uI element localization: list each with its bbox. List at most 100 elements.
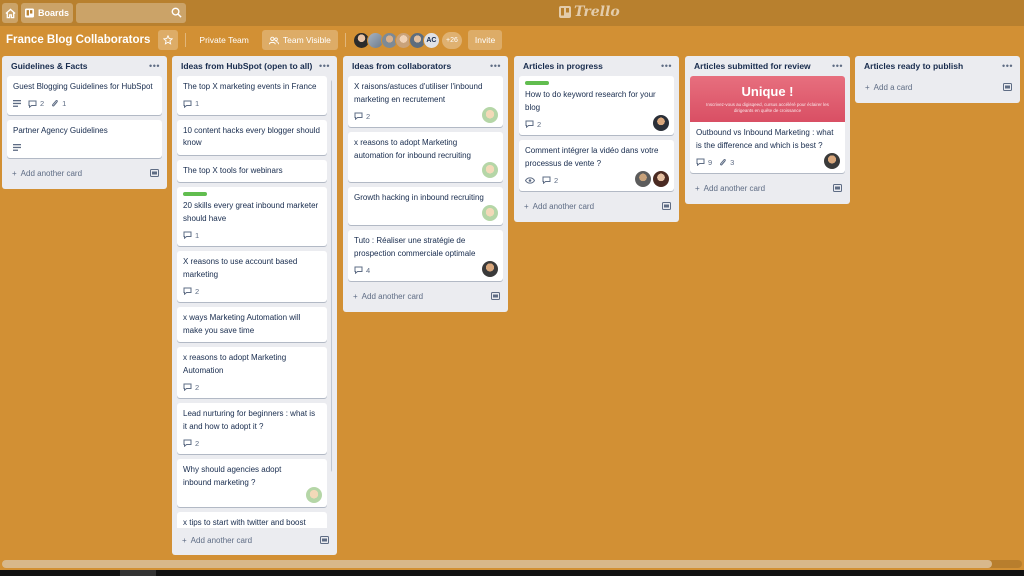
add-card-row: + Add another card [519,195,674,217]
comment-count: 2 [537,119,542,129]
add-card-button[interactable]: + Add another card [182,536,252,545]
card[interactable]: X reasons to use account based marketing… [177,251,327,302]
card[interactable]: x tips to start with twitter and boost y… [177,512,327,528]
scrollbar-thumb[interactable] [2,560,992,568]
plus-icon: + [865,82,870,92]
list-menu-icon[interactable]: ••• [1002,61,1013,71]
card[interactable]: Tuto : Réaliser une stratégie de prospec… [348,230,503,281]
card-template-icon[interactable] [1003,83,1012,91]
visibility-button[interactable]: Team Visible [261,30,338,50]
member-avatar[interactable] [824,153,840,169]
card-title: x reasons to adopt Marketing automation … [354,138,471,160]
list-articles-in-progress: Articles in progress ••• How to do keywo… [514,56,679,222]
comment-count: 2 [195,286,200,296]
list-title[interactable]: Ideas from collaborators [352,61,451,71]
card[interactable]: Guest Blogging Guidelines for HubSpot 2 … [7,76,162,115]
list-submitted-for-review: Articles submitted for review ••• Unique… [685,56,850,204]
list-header: Ideas from HubSpot (open to all) ••• [177,56,332,76]
member-avatar[interactable] [482,107,498,123]
add-card-row: + Add another card [348,285,503,307]
board-title[interactable]: France Blog Collaborators [6,34,150,46]
list-title[interactable]: Articles submitted for review [694,61,811,71]
card-title: Lead nurturing for beginners : what is i… [183,409,316,431]
member-avatar[interactable] [482,162,498,178]
search-icon[interactable] [171,7,182,18]
comment-icon [542,176,551,184]
list-title[interactable]: Guidelines & Facts [11,61,88,71]
member-avatar-initials[interactable]: AC [422,31,440,49]
card[interactable]: X raisons/astuces d'utiliser l'inbound m… [348,76,503,127]
comment-icon [183,287,192,295]
list-menu-icon[interactable]: ••• [832,61,843,71]
member-avatar[interactable] [306,487,322,503]
member-avatar[interactable] [482,205,498,221]
card[interactable]: Growth hacking in inbound recruiting [348,187,503,225]
list-menu-icon[interactable]: ••• [661,61,672,71]
card[interactable]: Why should agencies adopt inbound market… [177,459,327,507]
comments-badge: 1 [183,231,199,240]
card-label-green[interactable] [525,81,549,85]
comment-icon [183,439,192,447]
home-button[interactable] [2,3,18,23]
card-template-icon[interactable] [662,202,671,210]
card[interactable]: 10 content hacks every blogger should kn… [177,119,327,155]
member-avatar[interactable] [653,115,669,131]
card-template-icon[interactable] [320,536,329,544]
add-card-label: Add another card [361,291,424,301]
card[interactable]: The top X marketing events in France 1 [177,76,327,115]
comment-icon [183,100,192,108]
comments-badge: 4 [354,266,370,275]
card-title: Outbound vs Inbound Marketing : what is … [696,128,834,150]
card-template-icon[interactable] [833,184,842,192]
list-menu-icon[interactable]: ••• [149,61,160,71]
list-title[interactable]: Ideas from HubSpot (open to all) [181,61,312,71]
list-title[interactable]: Articles in progress [523,61,603,71]
member-avatar[interactable] [482,261,498,277]
card-members [653,115,669,131]
card-list: Unique ! Inscrivez-vous au digisqeed, cu… [690,76,845,173]
card-label-green[interactable] [183,192,207,196]
top-header: Boards Trello [0,0,1024,26]
card[interactable]: 20 skills every great inbound marketer s… [177,187,327,246]
list-menu-icon[interactable]: ••• [490,61,501,71]
card[interactable]: Partner Agency Guidelines [7,119,162,158]
star-button[interactable] [158,30,179,50]
comment-count: 9 [708,157,713,167]
add-card-button[interactable]: + Add a card [865,83,912,92]
list-title[interactable]: Articles ready to publish [864,61,963,71]
card-template-icon[interactable] [491,292,500,300]
add-card-button[interactable]: + Add another card [353,292,423,301]
add-card-button[interactable]: + Add another card [12,169,82,178]
card[interactable]: Lead nurturing for beginners : what is i… [177,403,327,454]
team-visible-icon [268,36,279,44]
member-avatar[interactable] [653,171,669,187]
card[interactable]: x reasons to adopt Marketing automation … [348,132,503,182]
search-input[interactable] [76,3,186,23]
list-menu-icon[interactable]: ••• [319,61,330,71]
add-card-button[interactable]: + Add another card [524,202,594,211]
search-field[interactable] [76,3,186,23]
invite-button[interactable]: Invite [467,30,503,50]
card[interactable]: The top X tools for webinars [177,159,327,182]
card[interactable]: Comment intégrer la vidéo dans votre pro… [519,140,674,191]
card-template-icon[interactable] [150,169,159,177]
boards-button[interactable]: Boards [21,3,73,23]
board-horizontal-scrollbar[interactable] [2,560,1022,568]
member-avatar[interactable] [635,171,651,187]
card-title: X reasons to use account based marketing [183,257,298,279]
team-button[interactable]: Private Team [191,30,256,50]
list-header: Articles in progress ••• [519,56,674,76]
add-card-label: Add another card [532,201,595,211]
more-members-button[interactable]: +26 [441,31,462,49]
card[interactable]: x ways Marketing Automation will make yo… [177,307,327,342]
add-card-button[interactable]: + Add another card [695,184,765,193]
list-ready-to-publish: Articles ready to publish ••• + Add a car… [855,56,1020,103]
card-title: Why should agencies adopt inbound market… [183,465,282,487]
vertical-scrollbar[interactable] [331,80,332,472]
card[interactable]: How to do keyword research for your blog… [519,76,674,135]
trello-logo[interactable]: Trello [559,4,620,20]
card-scroll-area[interactable]: The top X marketing events in France 1 1… [177,76,332,528]
card[interactable]: x reasons to adopt Marketing Automation … [177,347,327,398]
card-members [306,487,322,503]
card[interactable]: Unique ! Inscrivez-vous au digisqeed, cu… [690,76,845,173]
